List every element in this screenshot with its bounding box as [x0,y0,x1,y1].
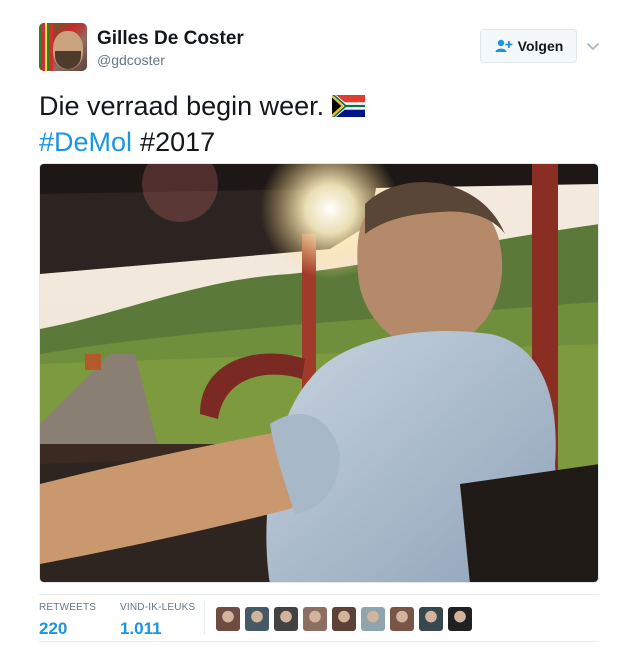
avatar-stripes [39,23,53,71]
tweet-photo[interactable] [39,163,599,583]
likes-stat[interactable]: VIND-IK-LEUKS 1.011 [120,602,195,639]
author-avatar[interactable] [39,23,87,71]
follow-button-label: Volgen [517,38,564,54]
liker-avatar-5[interactable] [332,607,356,631]
liker-avatar-7[interactable] [390,607,414,631]
south-africa-flag-icon [332,95,366,117]
liker-avatar-9[interactable] [448,607,472,631]
chevron-down-icon[interactable] [585,38,601,54]
tweet-stats: RETWEETS 220 VIND-IK-LEUKS 1.011 [39,594,599,642]
tweet-line-2: #DeMol #2017 [39,124,365,160]
hashtag-demol-link[interactable]: #DeMol [39,124,132,160]
liker-avatar-1[interactable] [216,607,240,631]
retweets-stat[interactable]: RETWEETS 220 [39,602,96,639]
stats-divider [204,601,205,635]
liker-avatar-8[interactable] [419,607,443,631]
follow-button[interactable]: Volgen [480,29,577,63]
likes-label: VIND-IK-LEUKS [120,602,196,613]
liker-avatars [216,607,472,631]
tweet-text: Die verraad begin weer. #DeMol #2017 [39,88,366,160]
hashtag-2017-text: #2017 [140,127,216,157]
author-handle[interactable]: @gdcoster [97,52,165,68]
author-name[interactable]: Gilles De Coster [97,28,244,50]
liker-avatar-4[interactable] [303,607,327,631]
liker-avatar-6[interactable] [361,607,385,631]
photo-illustration [40,164,598,582]
tweet-body: Die verraad begin weer. [39,91,325,121]
liker-avatar-2[interactable] [245,607,269,631]
likes-count: 1.011 [120,619,162,638]
liker-avatar-3[interactable] [274,607,298,631]
retweets-count: 220 [39,619,68,638]
retweets-label: RETWEETS [39,602,97,613]
follow-person-plus-icon [495,39,513,52]
tweet-line-1: Die verraad begin weer. [39,88,366,124]
